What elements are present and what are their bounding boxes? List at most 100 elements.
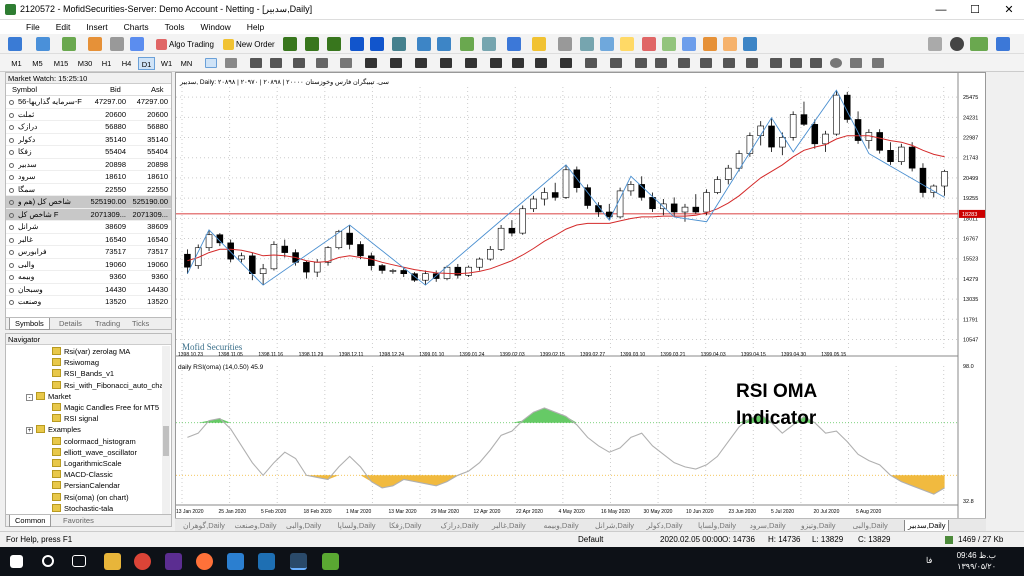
- bar-chart-icon[interactable]: [283, 37, 297, 51]
- language-indicator[interactable]: فا: [926, 556, 932, 565]
- minimize-button[interactable]: —: [930, 2, 952, 18]
- cycle-lines-icon[interactable]: [512, 58, 524, 68]
- timeframe-h4[interactable]: H4: [118, 57, 135, 70]
- tab-trading[interactable]: Trading: [90, 318, 125, 330]
- menu-edit[interactable]: Edit: [48, 20, 79, 34]
- tab-favorites[interactable]: Favorites: [58, 515, 99, 527]
- indicators-icon[interactable]: [460, 37, 474, 51]
- rectangle-icon[interactable]: [700, 58, 712, 68]
- templates-icon[interactable]: [532, 37, 546, 51]
- expand-toggle-icon[interactable]: +: [26, 427, 33, 435]
- chrome-icon[interactable]: [134, 553, 151, 570]
- navigator-item[interactable]: PersianCalendar: [52, 481, 120, 491]
- crosshair-toolbar-icon[interactable]: [620, 37, 634, 51]
- cursor-icon[interactable]: [205, 58, 217, 68]
- market-watch-row[interactable]: سدبیر 20898 20898: [6, 159, 171, 171]
- symbol-tab[interactable]: درازک,Daily: [441, 520, 479, 531]
- trendline-icon[interactable]: [293, 58, 305, 68]
- symbol-tab[interactable]: غالبر,Daily: [492, 520, 526, 531]
- market-watch-row[interactable]: والبی 19060 19060: [6, 259, 171, 271]
- timeframe-m1[interactable]: M1: [8, 57, 25, 70]
- market-watch-row[interactable]: ثملت 20600 20600: [6, 109, 171, 121]
- tab-common[interactable]: Common: [9, 515, 52, 527]
- navigator-item[interactable]: Rsi(oma) (on chart): [52, 492, 129, 503]
- fibo-arcs-icon[interactable]: [635, 58, 647, 68]
- shapes-icon[interactable]: [415, 58, 427, 68]
- data-window-icon[interactable]: [580, 37, 594, 51]
- metaeditor-taskbar-icon[interactable]: [258, 553, 275, 570]
- menu-window[interactable]: Window: [193, 20, 239, 34]
- scrollbar-thumb[interactable]: [163, 426, 169, 456]
- system-clock[interactable]: 09:46 ب.ظ ۱۳۹۹/۰۵/۲۰: [957, 550, 996, 572]
- horizontal-line-icon[interactable]: [270, 58, 282, 68]
- tab-details[interactable]: Details: [54, 318, 87, 330]
- community-icon[interactable]: [996, 37, 1010, 51]
- navigator-item[interactable]: RSI signal: [52, 414, 98, 424]
- vps-icon[interactable]: [703, 37, 717, 51]
- photoshop-icon[interactable]: [165, 553, 182, 570]
- windows-start-icon[interactable]: [10, 555, 23, 568]
- tab-symbols[interactable]: Symbols: [9, 318, 50, 330]
- metatrader-taskbar-icon[interactable]: [290, 553, 307, 570]
- market-watch-row[interactable]: وبیمه 9360 9360: [6, 271, 171, 284]
- zoom-in-icon[interactable]: [350, 37, 364, 51]
- symbol-tab[interactable]: زفکا,Daily: [389, 520, 421, 531]
- expand-toggle-icon[interactable]: -: [26, 393, 33, 401]
- navigator-item[interactable]: Rsi_with_Fibonacci_auto_cha: [52, 380, 164, 391]
- new-chart-icon[interactable]: [8, 37, 22, 51]
- periods-icon[interactable]: [507, 37, 521, 51]
- strategy-tester-icon[interactable]: [600, 37, 614, 51]
- chart-window[interactable]: 25475 24231 22987 21743 20499 19255 18011 16767…: [175, 72, 986, 520]
- profiles-icon[interactable]: [36, 37, 50, 51]
- objects-icon[interactable]: [482, 37, 496, 51]
- text-icon[interactable]: [465, 58, 477, 68]
- market-watch-icon[interactable]: [62, 37, 76, 51]
- navigator-item[interactable]: elliott_wave_oscillator: [52, 447, 137, 458]
- metaeditor-icon[interactable]: [723, 37, 737, 51]
- navigator-icon[interactable]: [88, 37, 102, 51]
- vscode-icon[interactable]: [227, 553, 244, 570]
- market-watch-row[interactable]: وصنعت 13520 13520: [6, 296, 171, 309]
- fibo-time-icon[interactable]: [655, 58, 667, 68]
- elliott-icon[interactable]: [390, 58, 402, 68]
- symbol-tab[interactable]: سرود,Daily: [750, 520, 786, 531]
- symbol-tab[interactable]: دکولر,Daily: [647, 520, 683, 531]
- firefox-icon[interactable]: [196, 553, 213, 570]
- app-taskbar-icon[interactable]: [322, 553, 339, 570]
- file-explorer-icon[interactable]: [104, 553, 121, 570]
- timeframe-w1[interactable]: W1: [158, 57, 175, 70]
- chart-shift-icon[interactable]: [437, 37, 451, 51]
- triangle-icon[interactable]: [723, 58, 735, 68]
- symbol-tab[interactable]: والبی,Daily: [286, 520, 321, 531]
- timeframe-m5[interactable]: M5: [29, 57, 46, 70]
- fibonacci-icon[interactable]: [340, 58, 352, 68]
- search-icon[interactable]: [928, 37, 942, 51]
- thumbs-icon[interactable]: [770, 58, 782, 68]
- arrows-icon[interactable]: [440, 58, 452, 68]
- crosshair-icon[interactable]: [225, 58, 237, 68]
- navigator-item[interactable]: colormacd_histogram: [52, 436, 136, 447]
- more-tools-icon[interactable]: [872, 58, 884, 68]
- symbol-tab[interactable]: والبی,Daily: [853, 520, 888, 531]
- check-icon[interactable]: [810, 58, 822, 68]
- navigator-item[interactable]: Magic Candles Free for MT5: [52, 403, 159, 413]
- market-watch-row[interactable]: سرود 18610 18610: [6, 171, 171, 184]
- std-dev-icon[interactable]: [585, 58, 597, 68]
- calendar-icon[interactable]: [682, 37, 696, 51]
- search-taskbar-icon[interactable]: [42, 555, 54, 567]
- market-watch-row[interactable]: غالبر 16540 16540: [6, 234, 171, 246]
- fibo-fan-icon[interactable]: [610, 58, 622, 68]
- navigator-scrollbar[interactable]: [162, 346, 170, 514]
- market-watch-row[interactable]: شاخص کل (هم و 525190.00 525190.00: [6, 196, 171, 209]
- menu-help[interactable]: Help: [239, 20, 272, 34]
- timeframe-d1[interactable]: D1: [138, 57, 155, 70]
- market-watch-row[interactable]: شرانل 38609 38609: [6, 221, 171, 234]
- price-label-icon[interactable]: [850, 58, 862, 68]
- ellipse-icon[interactable]: [746, 58, 758, 68]
- symbol-tab[interactable]: شرانل,Daily: [595, 520, 634, 531]
- market-icon[interactable]: [662, 37, 676, 51]
- market-watch-row[interactable]: سمگا 22550 22550: [6, 184, 171, 196]
- navigator-item[interactable]: Rsi(var) zerolag MA: [52, 347, 130, 357]
- navigator-item[interactable]: MACD-Classic: [52, 470, 113, 480]
- market-watch-row[interactable]: فرابورس 73517 73517: [6, 246, 171, 259]
